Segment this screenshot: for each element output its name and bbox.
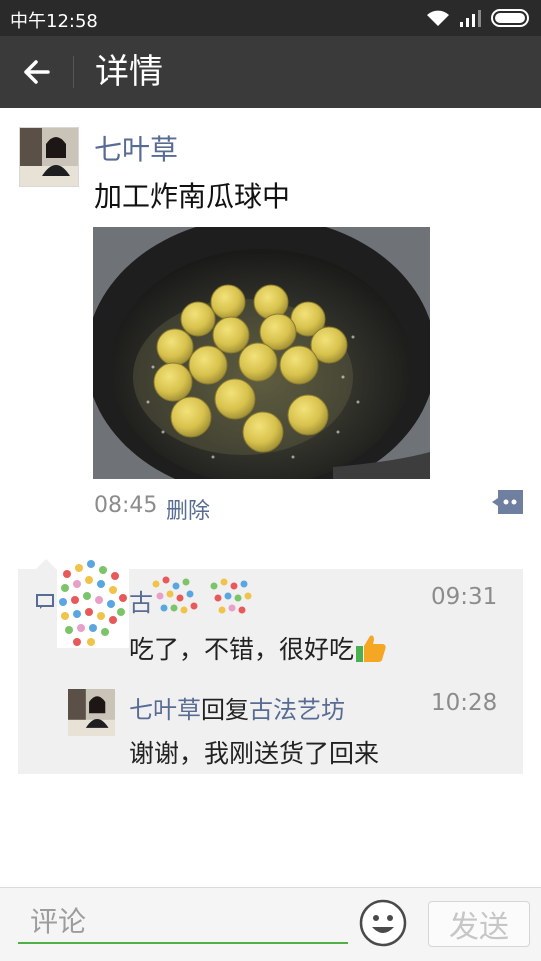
- commenter-avatar[interactable]: [57, 556, 129, 648]
- post-photo[interactable]: [93, 227, 430, 479]
- reply-author-name[interactable]: 七叶草: [129, 696, 201, 724]
- author-avatar[interactable]: [19, 127, 79, 187]
- avatar-photo: [20, 128, 78, 186]
- post-text: 加工炸南瓜球中: [94, 180, 291, 213]
- reply-text: 谢谢，我刚送货了回来: [129, 739, 380, 768]
- post-author-name[interactable]: 七叶草: [94, 128, 178, 168]
- back-arrow-icon[interactable]: [18, 52, 58, 92]
- wifi-icon: [427, 10, 449, 26]
- smiley-icon[interactable]: [359, 899, 407, 947]
- appbar-divider: [73, 56, 74, 88]
- reply-header: 七叶草回复古法艺坊: [129, 690, 345, 725]
- status-icons: [425, 8, 531, 28]
- post-timestamp: 08:45: [94, 493, 158, 518]
- panel-notch: [36, 559, 56, 569]
- comment-timestamp: 09:31: [431, 584, 498, 610]
- status-bar: 中午12:58: [0, 0, 541, 36]
- reply-target-name[interactable]: 古法艺坊: [249, 696, 345, 724]
- signal-icon: [460, 10, 481, 27]
- thumbs-up-icon: [356, 635, 386, 662]
- reply-timestamp: 10:28: [431, 690, 498, 716]
- comment-icon: [36, 594, 54, 609]
- comment-bubble-icon[interactable]: [492, 490, 523, 514]
- comment-text: 吃了，不错，很好吃: [129, 630, 388, 666]
- avatar-photo: [68, 689, 115, 736]
- comment-input[interactable]: [18, 900, 348, 944]
- send-button[interactable]: 发送: [428, 901, 530, 947]
- delete-link[interactable]: 删除: [166, 493, 210, 525]
- obscured-name-mosaic: [152, 576, 252, 614]
- app-bar: 详情: [0, 36, 541, 108]
- status-time: 中午12:58: [10, 11, 98, 32]
- reply-author-avatar[interactable]: [68, 689, 115, 736]
- fried-pumpkin-balls-image: [93, 227, 430, 479]
- reply-word: 回复: [201, 696, 249, 724]
- comment-body: 吃了，不错，很好吃: [129, 635, 355, 664]
- battery-icon: [491, 9, 529, 27]
- page-title: 详情: [95, 52, 163, 92]
